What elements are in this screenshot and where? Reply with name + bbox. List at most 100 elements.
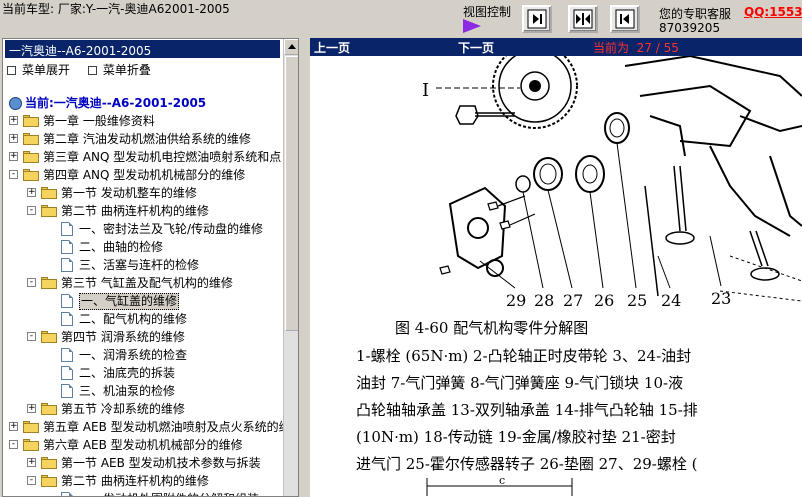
document-icon <box>61 492 73 496</box>
tree-item-folder[interactable]: - 第六章 AEB 型发动机机械部分的维修 <box>5 436 283 454</box>
collapse-box-icon <box>87 66 97 75</box>
expand-icon[interactable]: + <box>27 458 36 467</box>
figure-caption: 图 4-60 配气机构零件分解图 <box>395 319 589 337</box>
tree-item-label: 第六章 AEB 型发动机机械部分的维修 <box>43 438 243 452</box>
scroll-thumb[interactable] <box>285 56 298 331</box>
tree-item-doc[interactable]: 三、机油泵的检修 <box>5 382 283 400</box>
expand-icon[interactable]: + <box>27 404 36 413</box>
tree-item-folder[interactable]: + 第五章 AEB 型发动机燃油喷射及点火系统的维 <box>5 418 291 436</box>
tree-item-folder[interactable]: - 第三节 气缸盖及配气机构的维修 <box>5 274 283 292</box>
document-icon <box>61 366 73 380</box>
tree-item-folder[interactable]: - 第四章 ANQ 型发动机机械部分的维修 <box>5 166 283 184</box>
next-page-link[interactable]: 下一页 <box>458 39 494 56</box>
folder-icon <box>23 169 39 181</box>
tree-item-label: 第一节 AEB 型发动机技术参数与拆装 <box>61 456 261 470</box>
folder-icon <box>23 439 39 451</box>
chapter-tree: 当前:一汽奥迪--A6-2001-2005 + 第一章 一般维修资料 + 第二章 汽油发… <box>5 94 291 496</box>
tree-item-doc[interactable]: 一、发动机外围附件的分解和组装 <box>5 490 283 496</box>
content-pane: 上一页 下一页 当前为 27 / 55 I 29 28 27 26 25 24 … <box>310 38 802 497</box>
page-number: 27 / 55 <box>636 41 679 55</box>
dimension-sketch: c <box>426 476 573 496</box>
car-model-label: 当前车型: <box>2 2 55 16</box>
folder-icon <box>41 475 57 487</box>
document-icon <box>61 312 73 326</box>
expand-box-icon <box>7 66 16 75</box>
document-icon <box>61 348 73 362</box>
parts-legend: 1-螺栓 (65N·m) 2-凸轮轴正时皮带轮 3、24-油封 油封 7-气门弹… <box>356 343 698 478</box>
expand-icon[interactable]: + <box>27 188 36 197</box>
tree-root[interactable]: 当前:一汽奥迪--A6-2001-2005 <box>5 94 283 112</box>
expand-icon[interactable]: + <box>9 134 18 143</box>
app-window: 当前车型: 厂家:Y-一汽-奥迪A62001-2005 视图控制 您的专职客服 … <box>0 0 802 497</box>
tree-item-folder[interactable]: - 第二节 曲柄连杆机构的维修 <box>5 202 283 220</box>
exploded-view-drawing: I 29 28 27 26 25 24 23 <box>422 56 802 306</box>
tree-item-folder[interactable]: + 第五节 冷却系统的维修 <box>5 400 283 418</box>
view-left-button[interactable] <box>610 5 640 33</box>
expand-icon[interactable]: + <box>9 422 18 431</box>
part-number: 23 <box>711 289 731 306</box>
sidebar-title: 一汽奥迪--A6-2001-2005 <box>5 40 280 58</box>
collapse-icon[interactable]: - <box>27 206 36 215</box>
globe-icon <box>9 97 22 110</box>
tree-item-label: 第五节 冷却系统的维修 <box>61 402 185 416</box>
tree-item-label: 第四章 ANQ 型发动机机械部分的维修 <box>43 168 246 182</box>
tree-item-folder[interactable]: + 第二章 汽油发动机燃油供给系统的维修 <box>5 130 283 148</box>
tree-item-label: 三、机油泵的检修 <box>79 384 176 398</box>
page-nav: 上一页 下一页 当前为 27 / 55 <box>310 38 802 56</box>
tree-item-doc[interactable]: 二、曲轴的检修 <box>5 238 283 256</box>
collapse-icon[interactable]: - <box>9 170 18 179</box>
part-number: 25 <box>627 291 647 306</box>
tree-item-label: 第二节 曲柄连杆机构的维修 <box>61 204 209 218</box>
expand-icon[interactable]: + <box>9 116 18 125</box>
view-right-button[interactable] <box>522 5 552 33</box>
expand-all-button[interactable]: 菜单展开 <box>7 63 70 77</box>
play-arrow-icon[interactable] <box>463 19 481 33</box>
part-number: 26 <box>594 291 614 306</box>
tree-item-doc[interactable]: 三、活塞与连杆的检修 <box>5 256 283 274</box>
collapse-icon[interactable]: - <box>27 278 36 287</box>
folder-icon <box>41 331 57 343</box>
collapse-icon[interactable]: - <box>9 440 18 449</box>
tree-item-folder[interactable]: - 第二节 曲柄连杆机构的维修 <box>5 472 283 490</box>
folder-icon <box>41 187 57 199</box>
tree-item-doc[interactable]: 一、润滑系统的检查 <box>5 346 283 364</box>
tree-item-doc[interactable]: 一、气缸盖的维修 <box>5 292 283 310</box>
qq-link[interactable]: QQ:15535 <box>744 5 802 19</box>
tree-item-folder[interactable]: + 第一节 发动机整车的维修 <box>5 184 283 202</box>
sidebar-scrollbar[interactable] <box>283 39 298 496</box>
prev-page-link[interactable]: 上一页 <box>314 39 350 56</box>
document-icon <box>61 258 73 272</box>
tree-item-folder[interactable]: + 第一节 AEB 型发动机技术参数与拆装 <box>5 454 283 472</box>
service-label: 您的专职客服 <box>659 7 732 21</box>
document-icon <box>61 222 73 236</box>
car-model-info: 当前车型: 厂家:Y-一汽-奥迪A62001-2005 <box>2 0 230 17</box>
tree-item-label: 一、发动机外围附件的分解和组装 <box>79 490 259 496</box>
tree-item-label: 一、密封法兰及飞轮/传动盘的维修 <box>79 222 264 236</box>
view-split-button[interactable] <box>568 5 598 33</box>
tree-item-label: 第二章 汽油发动机燃油供给系统的维修 <box>43 132 251 146</box>
legend-line: 凸轮轴轴承盖 13-双列轴承盖 14-排气凸轮轴 15-排 <box>356 401 698 419</box>
tree-item-label: 一、润滑系统的检查 <box>79 348 188 362</box>
tree-item-folder[interactable]: + 第一章 一般维修资料 <box>5 112 283 130</box>
expand-icon[interactable]: + <box>9 152 18 161</box>
legend-line: 进气门 25-霍尔传感器转子 26-垫圈 27、29-螺栓 ( <box>356 455 698 473</box>
arrow-left-bar-icon <box>615 9 635 29</box>
tree-item-doc[interactable]: 一、密封法兰及飞轮/传动盘的维修 <box>5 220 283 238</box>
tree-item-label: 第四节 润滑系统的维修 <box>61 330 185 344</box>
tree-item-folder[interactable]: + 第三章 ANQ 型发动机电控燃油喷射系统和点 <box>5 148 283 166</box>
dimension-label: c <box>499 476 505 487</box>
folder-icon <box>41 277 57 289</box>
collapse-icon[interactable]: - <box>27 332 36 341</box>
tree-item-doc[interactable]: 二、油底壳的拆装 <box>5 364 283 382</box>
legend-line: 油封 7-气门弹簧 8-气门弹簧座 9-气门锁块 10-液 <box>356 374 684 392</box>
menu-ops: 菜单展开 菜单折叠 <box>7 61 165 78</box>
collapse-icon[interactable]: - <box>27 476 36 485</box>
phone-number: 87039205 <box>659 21 721 35</box>
collapse-all-button[interactable]: 菜单折叠 <box>87 63 151 77</box>
tree-item-folder[interactable]: - 第四节 润滑系统的维修 <box>5 328 283 346</box>
tree-item-doc[interactable]: 二、配气机构的维修 <box>5 310 283 328</box>
tree-item-label: 二、配气机构的维修 <box>79 312 188 326</box>
tree-item-label: 第三节 气缸盖及配气机构的维修 <box>61 276 233 290</box>
folder-icon <box>41 403 57 415</box>
scroll-up-icon[interactable] <box>284 39 298 55</box>
